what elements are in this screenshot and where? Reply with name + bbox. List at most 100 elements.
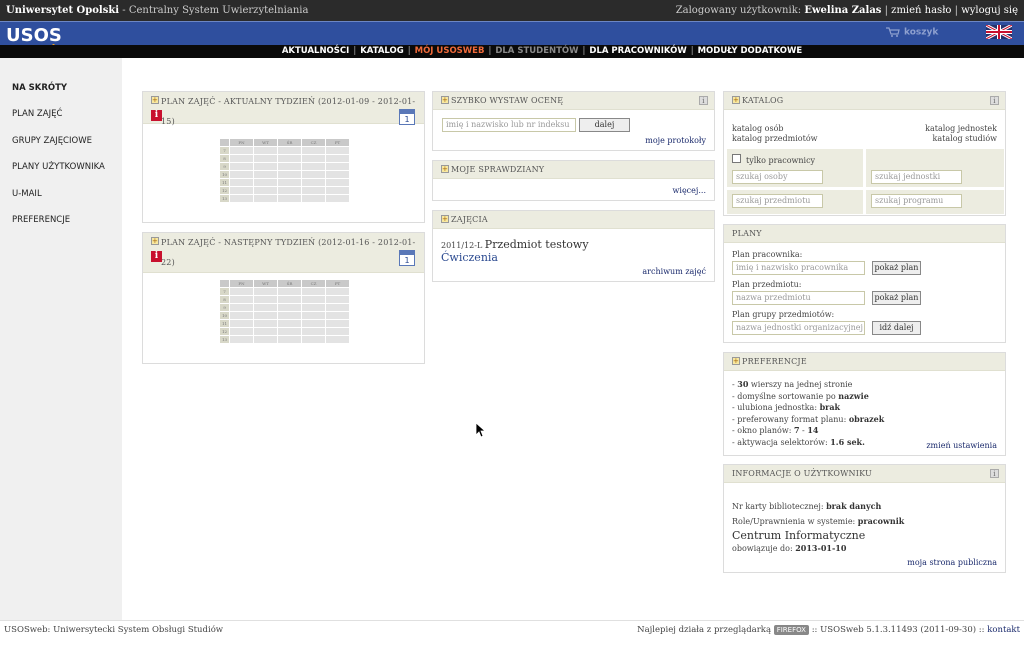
site-title: Uniwersytet Opolski - Centralny System U… [6,0,308,21]
nav-news[interactable]: AKTUALNOŚCI [282,46,349,56]
classes-archive-link[interactable]: archiwum zajęć [642,267,706,276]
course-plan-input[interactable]: nazwa przedmiotu [732,291,865,305]
help-icon[interactable]: i [990,96,999,105]
panel-title: ZAJĘCIA [451,215,488,224]
logout-link[interactable]: wyloguj się [961,5,1018,16]
help-icon[interactable]: i [990,469,999,478]
people-catalog-link[interactable]: katalog osób [732,124,784,133]
change-password-link[interactable]: zmień hasło [891,5,951,16]
panel-header: + PREFERENCJE [724,353,1005,371]
nav-modules[interactable]: MODUŁY DODATKOWE [698,46,803,56]
course-line: 2011/12-L Przedmiot testowy [441,238,589,251]
info-icon[interactable]: i [151,251,162,262]
class-type-link[interactable]: Ćwiczenia [441,251,498,264]
site-subtitle: - Centralny System Uwierzytelniania [119,5,309,16]
course-plan-label: Plan przedmiotu: [732,280,802,289]
unit-name: Centrum Informatyczne [732,529,866,542]
sidebar-item-schedule[interactable]: PLAN ZAJĘĆ [12,109,62,119]
panel-title: MOJE SPRAWDZIANY [451,165,545,174]
nav-employees[interactable]: DLA PRACOWNIKÓW [589,46,686,56]
cart-icon [886,27,900,37]
sidebar-item-umail[interactable]: U-MAIL [12,189,42,199]
panel-title: PLAN ZAJĘĆ - AKTUALNY TYDZIEŃ (2012-01-0… [161,97,416,126]
user-role: Role/Uprawnienia w systemie: pracownik [732,516,905,526]
my-tests-panel: + MOJE SPRAWDZIANY więcej... [432,160,715,201]
calendar-icon[interactable]: 1 [399,109,415,125]
contact-link[interactable]: kontakt [987,625,1020,635]
schedule-grid[interactable]: PN WT ŚR CZ PT 7 8 9 10 11 12 13 [219,279,350,344]
pref-plan-format: - preferowany format planu: obrazek [732,413,885,424]
more-link[interactable]: więcej... [673,186,706,195]
sidebar: NA SKRÓTY PLAN ZAJĘĆ GRUPY ZAJĘCIOWE PLA… [0,58,122,620]
employees-only-checkbox[interactable] [732,154,741,163]
go-next-button[interactable]: idź dalej [872,321,921,335]
info-icon[interactable]: i [151,110,162,121]
panel-title: PLAN ZAJĘĆ - NASTĘPNY TYDZIEŃ (2012-01-1… [161,238,416,267]
panel-title: PREFERENCJE [742,357,807,366]
help-icon[interactable]: i [699,96,708,105]
plans-panel: PLANY Plan pracownika: imię i nazwisko p… [723,224,1006,343]
expand-icon[interactable]: + [732,96,740,104]
panel-header: + KATALOG i [724,92,1005,110]
group-plan-input[interactable]: nazwa jednostki organizacyjnej [732,321,865,335]
logged-label: Zalogowany użytkownik: [675,5,802,16]
expand-icon[interactable]: + [441,215,449,223]
next-button[interactable]: dalej [579,118,630,132]
program-search-input[interactable]: szukaj programu [871,194,962,208]
nav-students[interactable]: DLA STUDENTÓW [495,46,578,56]
top-bar: Uniwersytet Opolski - Centralny System U… [0,0,1024,21]
term-label: 2011/12-L [441,241,483,250]
english-flag-icon[interactable] [986,25,1012,39]
panel-header: + ZAJĘCIA [433,211,714,229]
panel-header: + MOJE SPRAWDZIANY [433,161,714,179]
show-course-plan-button[interactable]: pokaż plan [872,291,921,305]
sidebar-item-shortcuts[interactable]: NA SKRÓTY [12,83,67,93]
pref-plan-window: - okno planów: 7 - 14 [732,425,819,435]
panel-title: PLANY [732,229,762,238]
footer-system-name: USOSweb: Uniwersytecki System Obsługi St… [4,625,224,635]
expand-icon[interactable]: + [151,237,159,245]
employees-only-label: tylko pracownicy [746,156,816,165]
units-catalog-link[interactable]: katalog jednostek [925,124,997,133]
sidebar-item-preferences[interactable]: PREFERENCJE [12,215,70,225]
panel-title: SZYBKO WYSTAW OCENĘ [451,96,564,105]
student-search-input[interactable]: imię i nazwisko lub nr indeksu [442,118,576,132]
change-settings-link[interactable]: zmień ustawienia [926,441,997,450]
nav-my-usosweb[interactable]: MÓJ USOSWEB [415,46,485,56]
library-card: Nr karty bibliotecznej: brak danych [732,501,882,511]
pref-default-sort: - domyślne sortowanie po nazwie [732,390,869,401]
best-browser-label: Najlepiej działa z przeglądarką [637,625,772,635]
unit-search-input[interactable]: szukaj jednostki [871,170,962,184]
sidebar-item-user-plans[interactable]: PLANY UŻYTKOWNIKA [12,162,105,172]
schedule-grid[interactable]: PN WT ŚR CZ PT 7 8 9 10 11 12 13 [219,138,350,203]
person-search-input[interactable]: szukaj osoby [732,170,823,184]
expand-icon[interactable]: + [151,96,159,104]
course-name[interactable]: Przedmiot testowy [485,238,589,251]
course-search-input[interactable]: szukaj przedmiotu [732,194,823,208]
expand-icon[interactable]: + [732,357,740,365]
nav-catalog[interactable]: KATALOG [360,46,404,56]
panel-header: + SZYBKO WYSTAW OCENĘ i [433,92,714,110]
programs-catalog-link[interactable]: katalog studiów [933,134,997,143]
expand-icon[interactable]: + [441,165,449,173]
cart-link[interactable]: koszyk [886,27,938,38]
mouse-cursor-icon [475,422,485,438]
calendar-icon[interactable]: 1 [399,250,415,266]
my-protocols-link[interactable]: moje protokoły [645,136,706,145]
employee-plan-input[interactable]: imię i nazwisko pracownika [732,261,865,275]
catalog-panel: + KATALOG i katalog osób katalog przedmi… [723,91,1006,216]
expand-icon[interactable]: + [441,96,449,104]
pref-selector-delay: - aktywacja selektorów: 1.6 sek. [732,436,865,447]
public-page-link[interactable]: moja strona publiczna [907,558,997,567]
current-week-plan-panel: + PLAN ZAJĘĆ - AKTUALNY TYDZIEŃ (2012-01… [142,91,425,223]
valid-until: obowiązuje do: 2013-01-10 [732,543,847,553]
footer-right: Najlepiej działa z przeglądarką FIREFOX … [637,621,1020,639]
courses-catalog-link[interactable]: katalog przedmiotów [732,134,818,143]
sidebar-item-groups[interactable]: GRUPY ZAJĘCIOWE [12,136,92,146]
classes-panel: + ZAJĘCIA 2011/12-L Przedmiot testowy Ćw… [432,210,715,282]
next-week-plan-panel: + PLAN ZAJĘĆ - NASTĘPNY TYDZIEŃ (2012-01… [142,232,425,364]
panel-header: + PLAN ZAJĘĆ - AKTUALNY TYDZIEŃ (2012-01… [143,92,424,126]
user-info-panel: INFORMACJE O UŻYTKOWNIKU i Nr karty bibl… [723,464,1006,573]
show-employee-plan-button[interactable]: pokaż plan [872,261,921,275]
firefox-badge[interactable]: FIREFOX [773,625,809,635]
